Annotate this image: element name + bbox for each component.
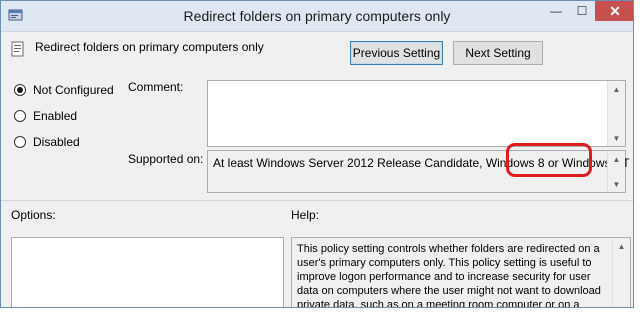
setting-icon [11, 41, 24, 57]
radio-not-configured[interactable]: Not Configured [14, 83, 114, 97]
supported-scrollbar[interactable]: ▲ ▼ [607, 151, 625, 192]
help-text: This policy setting controls whether fol… [297, 243, 601, 308]
radio-button[interactable] [14, 136, 26, 148]
policy-window: Redirect folders on primary computers on… [0, 0, 634, 308]
scroll-up-icon[interactable]: ▲ [608, 152, 625, 166]
radio-label: Enabled [33, 109, 78, 123]
radio-label: Disabled [33, 135, 80, 149]
scroll-up-icon[interactable]: ▲ [608, 82, 625, 96]
annotation-highlight [506, 143, 592, 177]
radio-disabled[interactable]: Disabled [14, 135, 80, 149]
section-divider [1, 200, 633, 201]
comment-scrollbar[interactable]: ▲ ▼ [607, 81, 625, 146]
help-pane: This policy setting controls whether fol… [291, 237, 631, 308]
scroll-down-icon[interactable]: ▼ [608, 131, 625, 145]
radio-label: Not Configured [33, 83, 114, 97]
radio-button[interactable] [14, 110, 26, 122]
help-label: Help: [291, 208, 320, 222]
options-pane [11, 237, 284, 307]
next-setting-button[interactable]: Next Setting [453, 41, 543, 65]
options-label: Options: [11, 208, 56, 222]
window-title: Redirect folders on primary computers on… [183, 8, 451, 24]
supported-on-label: Supported on: [128, 152, 204, 166]
help-scrollbar[interactable]: ▲ [612, 238, 630, 307]
comment-label: Comment: [128, 80, 184, 94]
previous-setting-button[interactable]: Previous Setting [350, 41, 443, 65]
scroll-down-icon[interactable]: ▼ [608, 177, 625, 191]
scroll-up-icon[interactable]: ▲ [613, 239, 630, 253]
radio-button-checked[interactable] [14, 84, 26, 96]
radio-enabled[interactable]: Enabled [14, 109, 77, 123]
setting-name: Redirect folders on primary computers on… [35, 40, 264, 54]
title-bar[interactable]: Redirect folders on primary computers on… [1, 1, 633, 32]
minimize-button[interactable]: — [543, 1, 569, 21]
maximize-button[interactable]: ☐ [569, 1, 595, 21]
close-button[interactable]: ✕ [595, 1, 633, 21]
comment-textarea[interactable]: ▲ ▼ [207, 80, 626, 147]
